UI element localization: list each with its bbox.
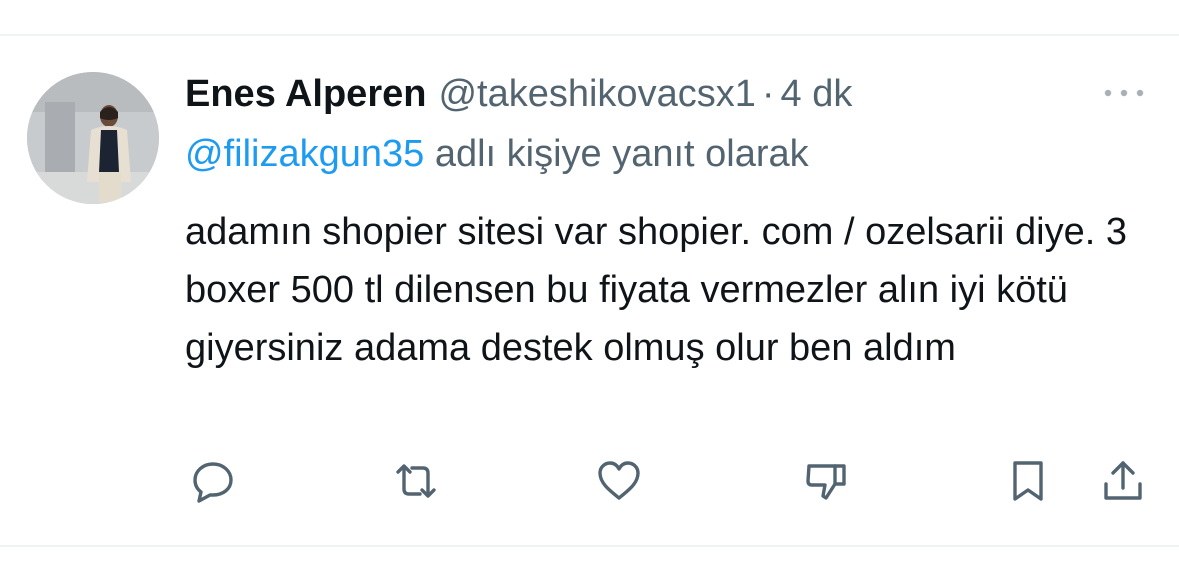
tweet-actions (0, 456, 1179, 506)
author-handle[interactable]: @takeshikovacsx1 (438, 70, 755, 118)
header-separator: · (761, 73, 775, 115)
bottom-divider (0, 545, 1179, 547)
bookmark-button[interactable] (1003, 456, 1053, 506)
share-button[interactable] (1098, 456, 1148, 506)
tweet-text: adamın shopier sitesi var shopier. com /… (185, 211, 1127, 369)
author-display-name[interactable]: Enes Alperen (185, 70, 426, 118)
user-avatar-photo (27, 72, 159, 204)
reply-button[interactable] (188, 456, 238, 506)
dislike-button[interactable] (801, 456, 851, 506)
thumbs-down-icon (806, 464, 846, 500)
reply-to-mention[interactable]: @filizakgun35 (185, 133, 424, 175)
avatar[interactable] (27, 72, 159, 204)
reply-context: @filizakgun35 adlı kişiye yanıt olarak (185, 130, 809, 178)
tweet-time[interactable]: 4 dk (781, 70, 853, 118)
retweet-icon (396, 464, 436, 498)
tweet-header: Enes Alperen @takeshikovacsx1 · 4 dk (185, 70, 852, 118)
like-button[interactable] (594, 456, 644, 506)
more-options-button[interactable] (1098, 76, 1150, 110)
reply-icon (193, 462, 233, 503)
more-dots-icon (1104, 89, 1144, 97)
retweet-button[interactable] (391, 456, 441, 506)
bookmark-icon (1013, 461, 1043, 501)
heart-icon (598, 461, 640, 500)
share-icon (1104, 461, 1142, 500)
top-divider (0, 34, 1179, 36)
reply-to-suffix: adlı kişiye yanıt olarak (424, 133, 809, 175)
